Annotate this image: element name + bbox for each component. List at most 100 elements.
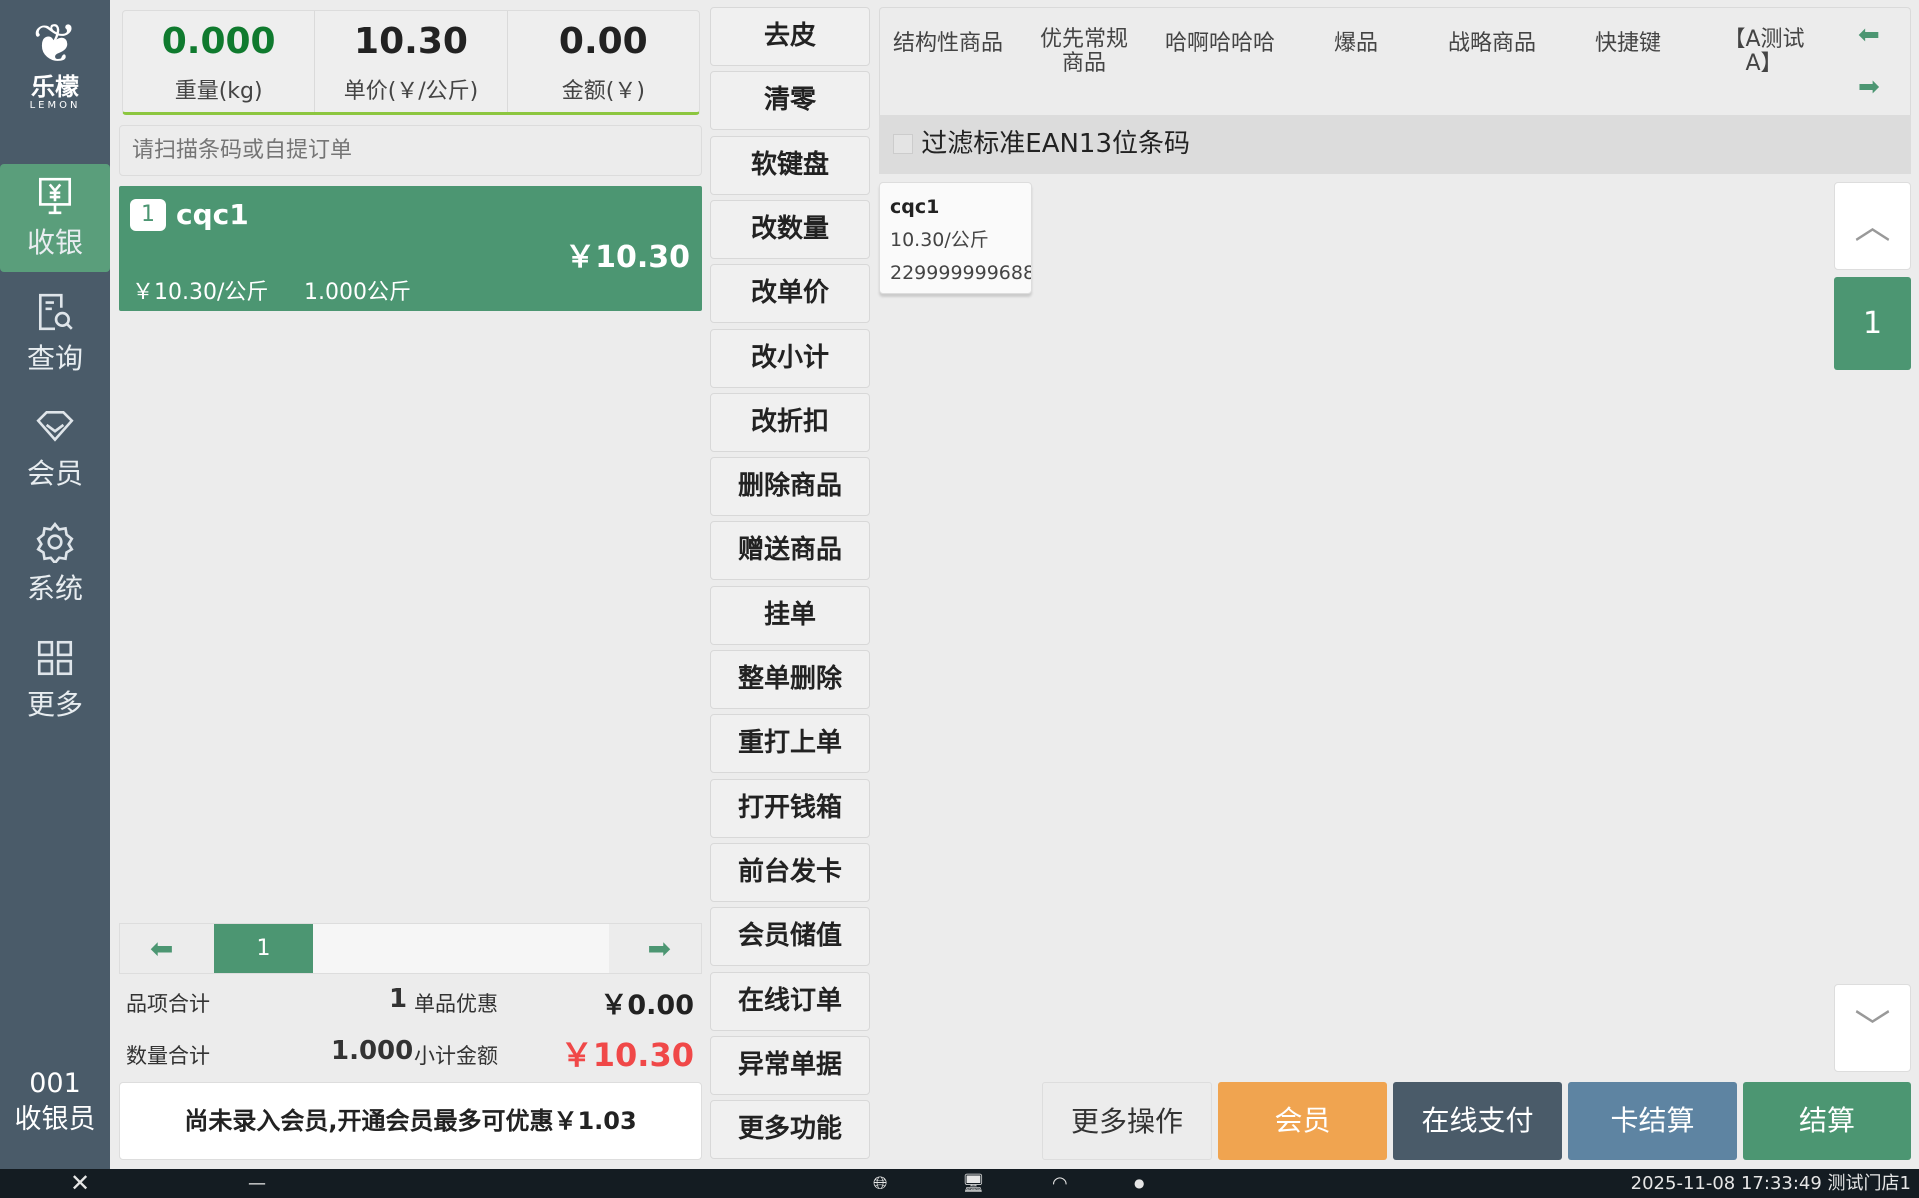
function-button[interactable]: 软键盘 xyxy=(710,135,870,195)
unit-price-value: 10.30 xyxy=(354,21,468,62)
item-index: 1 xyxy=(130,199,166,231)
function-button[interactable]: 改数量 xyxy=(710,199,870,259)
logo: ❦ 乐檬 LEMON xyxy=(0,12,110,112)
category-item[interactable]: 【A测试A】 xyxy=(1716,28,1812,76)
function-button[interactable]: 删除商品 xyxy=(710,457,870,517)
member-promo-notice[interactable]: 尚未录入会员,开通会员最多可优惠￥1.03 xyxy=(119,1082,702,1160)
online-pay-button[interactable]: 在线支付 xyxy=(1393,1082,1562,1160)
category-item[interactable]: 哈啊哈哈哈 xyxy=(1152,32,1288,56)
cart-item[interactable]: 1 cqc1 ￥10.30 ￥10.30/公斤 1.000公斤 xyxy=(119,186,702,311)
monitor-icon[interactable]: 🖥︎ xyxy=(962,1169,985,1198)
search-doc-icon xyxy=(38,293,73,331)
weight-label: 重量(kg) xyxy=(174,79,263,104)
scale-display: 0.000 重量(kg) 10.30 单价(￥/公斤) 0.00 金额(￥) xyxy=(122,10,700,115)
cart-page-number[interactable]: 1 xyxy=(214,924,313,973)
gear-icon xyxy=(36,522,74,563)
item-qty: 1.000公斤 xyxy=(304,280,411,305)
category-item[interactable]: 爆品 xyxy=(1288,32,1424,56)
brand-en: LEMON xyxy=(29,100,81,111)
item-count: 1 xyxy=(389,984,408,1014)
item-discount: ￥0.00 xyxy=(600,990,694,1021)
qty-total: 1.000 xyxy=(331,1036,414,1066)
function-button[interactable]: 去皮 xyxy=(710,7,870,66)
item-discount-label: 单品优惠 xyxy=(414,992,498,1016)
prev-page-arrow-icon[interactable]: ⬅ xyxy=(150,932,173,965)
wifi-icon[interactable]: ◠ xyxy=(1052,1169,1068,1198)
product-page-number[interactable]: 1 xyxy=(1834,277,1911,370)
category-item[interactable]: 战略商品 xyxy=(1424,32,1560,56)
sidebar-item-label: 收银 xyxy=(26,226,83,259)
ean13-filter[interactable]: 过滤标准EAN13位条码 xyxy=(879,115,1911,174)
product-price: 10.30/公斤 xyxy=(890,229,989,251)
sidebar-item-label: 查询 xyxy=(26,342,83,375)
weight-value: 0.000 xyxy=(161,21,276,62)
barcode-search-input[interactable] xyxy=(119,125,702,176)
function-button[interactable]: 整单删除 xyxy=(710,650,870,709)
sidebar-item-member[interactable]: 会员 xyxy=(0,395,110,503)
card-pay-button[interactable]: 卡结算 xyxy=(1568,1082,1737,1160)
amount-value: 0.00 xyxy=(558,21,648,62)
function-button[interactable]: 赠送商品 xyxy=(710,521,870,581)
filter-checkbox[interactable] xyxy=(893,134,913,154)
checkout-button[interactable]: 结算 xyxy=(1743,1082,1911,1160)
diamond-icon xyxy=(36,410,74,442)
function-button[interactable]: 在线订单 xyxy=(710,971,870,1031)
function-button[interactable]: 改折扣 xyxy=(710,392,870,452)
function-button[interactable]: 会员储值 xyxy=(710,907,870,967)
function-button[interactable]: 挂单 xyxy=(710,585,870,645)
globe-icon[interactable]: 🌐︎ xyxy=(873,1169,887,1198)
function-button[interactable]: 前台发卡 xyxy=(710,842,870,902)
sidebar-item-query[interactable]: 查询 xyxy=(0,280,110,388)
sidebar-item-label: 系统 xyxy=(26,572,83,605)
chevron-up-icon: ︿ xyxy=(1854,206,1891,247)
category-item[interactable]: 优先常规商品 xyxy=(1036,28,1132,76)
category-item[interactable]: 结构性商品 xyxy=(880,32,1016,56)
scroll-down-button[interactable]: ﹀ xyxy=(1834,984,1911,1072)
datetime: 2025-11-08 17:33:49 xyxy=(1630,1173,1822,1194)
store-name: 测试门店1 xyxy=(1827,1173,1911,1194)
cashier-role: 收银员 xyxy=(14,1104,96,1135)
leaf-logo-icon: ❦ xyxy=(32,12,78,75)
cashier-icon xyxy=(38,177,72,215)
scroll-up-button[interactable]: ︿ xyxy=(1834,182,1911,270)
close-icon[interactable]: ✕ xyxy=(70,1169,90,1198)
function-button[interactable]: 更多功能 xyxy=(710,1100,870,1160)
cashier-id: 001 xyxy=(29,1068,81,1099)
product-card[interactable]: cqc1 10.30/公斤 229999999688 xyxy=(879,182,1032,294)
sidebar-item-label: 会员 xyxy=(26,457,83,490)
sidebar-item-label: 更多 xyxy=(26,688,83,721)
more-actions-button[interactable]: 更多操作 xyxy=(1042,1082,1212,1160)
category-prev-arrow-icon[interactable]: ⬅ xyxy=(1858,20,1880,50)
product-barcode: 229999999688 xyxy=(890,262,1032,284)
member-button[interactable]: 会员 xyxy=(1218,1082,1387,1160)
function-button[interactable]: 改小计 xyxy=(710,328,870,388)
item-price: ￥10.30/公斤 xyxy=(132,280,269,305)
function-button[interactable]: 打开钱箱 xyxy=(710,778,870,838)
status-dot-icon: ● xyxy=(1134,1176,1145,1190)
chevron-down-icon: ﹀ xyxy=(1854,1008,1891,1049)
product-name: cqc1 xyxy=(890,196,940,218)
next-page-arrow-icon[interactable]: ➡ xyxy=(648,932,671,965)
unit-price-label: 单价(￥/公斤) xyxy=(343,79,479,104)
function-button[interactable]: 清零 xyxy=(710,71,870,131)
function-button[interactable]: 改单价 xyxy=(710,264,870,324)
item-total: ￥10.30 xyxy=(565,240,690,275)
item-name: cqc1 xyxy=(176,198,249,231)
category-bar: 结构性商品优先常规商品哈啊哈哈哈爆品战略商品快捷键【A测试A】零食甜点橘猫果仓调… xyxy=(879,7,1911,148)
brand-name: 乐檬 xyxy=(31,73,79,101)
filter-label: 过滤标准EAN13位条码 xyxy=(921,129,1191,159)
cart-pager: ⬅ 1 ➡ xyxy=(119,923,702,974)
function-button[interactable]: 重打上单 xyxy=(710,714,870,774)
pager-track xyxy=(313,924,609,973)
function-button[interactable]: 异常单据 xyxy=(710,1035,870,1095)
sidebar-item-system[interactable]: 系统 xyxy=(0,510,110,618)
sidebar-item-more[interactable]: 更多 xyxy=(0,626,110,734)
item-count-label: 品项合计 xyxy=(126,992,210,1016)
minimize-icon[interactable]: — xyxy=(248,1169,266,1198)
category-item[interactable]: 快捷键 xyxy=(1560,32,1696,56)
taskbar: ✕ — 🌐︎ 🖥︎ ◠ ● 2025-11-08 17:33:49 测试门店1 xyxy=(0,1169,1919,1198)
sidebar-item-cashier[interactable]: 收银 xyxy=(0,164,110,272)
sidebar: ❦ 乐檬 LEMON 收银 查询 会员 系统 更多 001 收银员 xyxy=(0,0,110,1169)
cashier-info: 001 收银员 xyxy=(0,1066,110,1138)
category-next-arrow-icon[interactable]: ➡ xyxy=(1858,72,1880,102)
